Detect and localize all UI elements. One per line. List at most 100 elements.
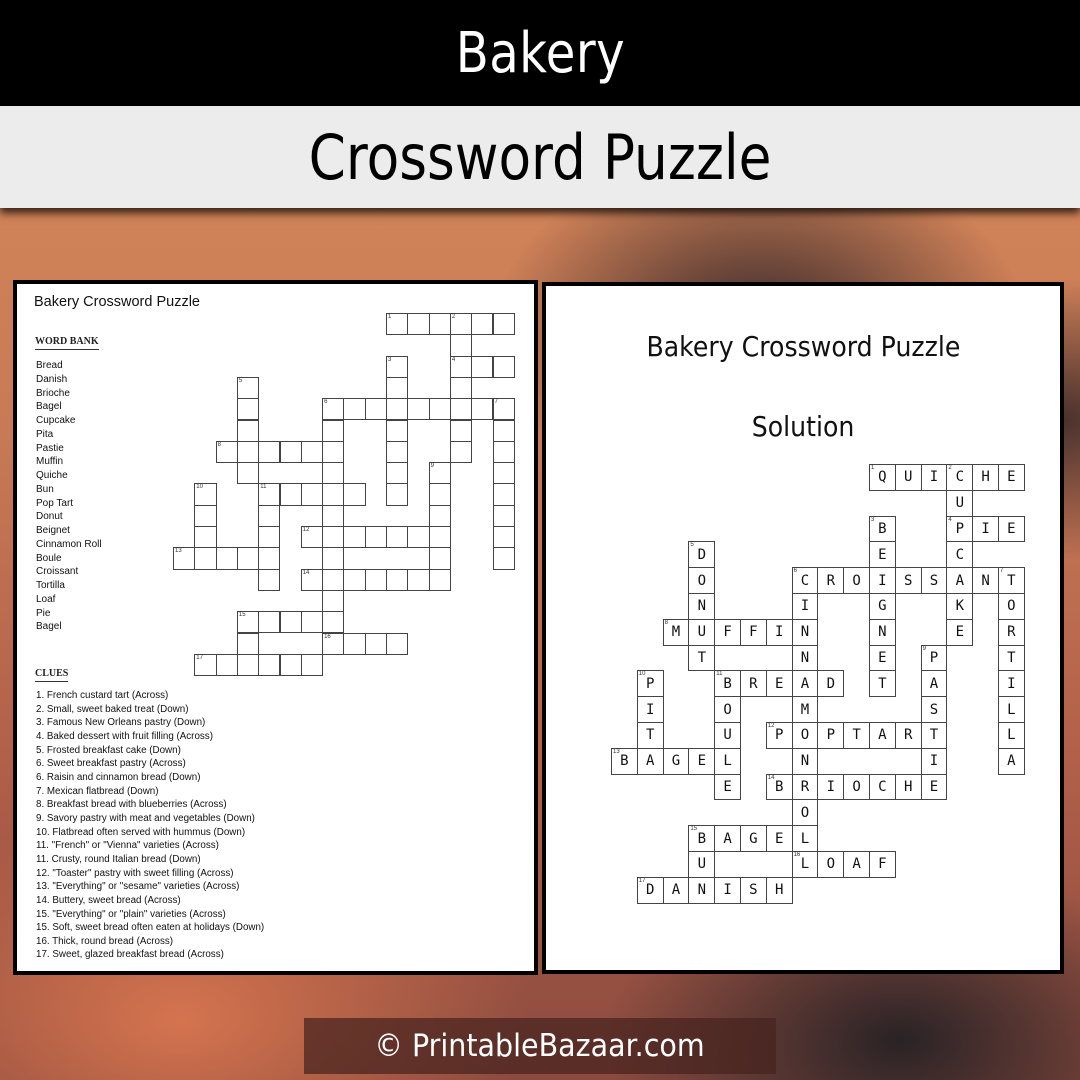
grid-cell[interactable] [258, 611, 281, 634]
grid-cell[interactable] [428, 504, 451, 527]
grid-cell[interactable] [279, 440, 302, 464]
grid-cell[interactable] [236, 440, 260, 464]
grid-cell[interactable] [236, 547, 260, 570]
grid-cell[interactable] [364, 398, 387, 421]
grid-cell[interactable] [386, 419, 409, 442]
grid-cell[interactable]: 16 [322, 632, 345, 655]
grid-cell[interactable] [386, 398, 409, 421]
grid-cell[interactable] [236, 462, 260, 485]
grid-cell[interactable]: 8 [215, 440, 238, 464]
grid-cell[interactable] [449, 440, 473, 464]
grid-cell[interactable] [258, 547, 281, 570]
grid-cell[interactable] [386, 483, 409, 506]
grid-cell[interactable] [386, 568, 409, 591]
grid-cell[interactable] [215, 547, 238, 570]
grid-cell[interactable] [322, 462, 345, 485]
copyright-text[interactable]: © PrintableBazaar.com [375, 1028, 705, 1064]
grid-cell[interactable] [236, 653, 260, 677]
grid-cell[interactable] [428, 313, 451, 336]
grid-cell[interactable] [492, 504, 515, 527]
grid-cell[interactable] [258, 526, 281, 549]
grid-cell[interactable] [492, 419, 515, 442]
grid-cell[interactable] [492, 547, 515, 570]
grid-cell[interactable] [322, 419, 345, 442]
grid-cell[interactable] [279, 483, 302, 506]
grid-cell[interactable] [449, 334, 473, 357]
grid-cell[interactable] [194, 547, 217, 570]
grid-cell[interactable] [386, 632, 409, 655]
grid-cell[interactable]: 1 [386, 313, 409, 336]
grid-cell[interactable] [236, 398, 260, 421]
grid-cell[interactable] [386, 440, 409, 464]
grid-cell[interactable] [194, 504, 217, 527]
grid-cell[interactable] [279, 653, 302, 677]
grid-cell[interactable] [215, 653, 238, 677]
grid-cell[interactable] [258, 440, 281, 464]
grid-cell[interactable] [258, 504, 281, 527]
grid-cell[interactable] [258, 568, 281, 591]
grid-cell[interactable] [322, 611, 345, 634]
grid-cell[interactable] [407, 313, 430, 336]
grid-cell[interactable] [492, 355, 515, 378]
grid-cell[interactable] [492, 440, 515, 464]
grid-cell[interactable]: 2 [449, 313, 473, 336]
grid-cell[interactable] [300, 653, 324, 677]
grid-cell[interactable] [428, 398, 451, 421]
grid-cell[interactable] [236, 419, 260, 442]
grid-cell[interactable] [343, 483, 366, 506]
grid-cell[interactable] [386, 526, 409, 549]
grid-cell[interactable] [300, 611, 324, 634]
grid-cell[interactable] [364, 632, 387, 655]
grid-cell[interactable] [343, 398, 366, 421]
grid-cell[interactable] [386, 462, 409, 485]
grid-cell[interactable] [407, 568, 430, 591]
grid-cell[interactable] [492, 483, 515, 506]
grid-cell[interactable] [322, 504, 345, 527]
grid-cell[interactable] [492, 526, 515, 549]
grid-cell[interactable]: 15 [236, 611, 260, 634]
grid-cell[interactable] [322, 526, 345, 549]
grid-cell[interactable] [492, 462, 515, 485]
grid-cell[interactable] [428, 526, 451, 549]
grid-cell[interactable] [343, 526, 366, 549]
grid-cell[interactable] [428, 483, 451, 506]
grid-cell[interactable] [471, 313, 494, 336]
grid-cell[interactable]: 11 [258, 483, 281, 506]
grid-cell[interactable] [428, 568, 451, 591]
grid-cell[interactable] [343, 632, 366, 655]
grid-cell[interactable] [322, 589, 345, 613]
grid-cell[interactable] [322, 568, 345, 591]
grid-cell[interactable]: 12 [300, 526, 324, 549]
grid-cell[interactable] [236, 632, 260, 655]
grid-cell[interactable] [300, 483, 324, 506]
grid-cell[interactable]: 17 [194, 653, 217, 677]
grid-cell[interactable] [428, 547, 451, 570]
grid-cell[interactable] [407, 526, 430, 549]
grid-cell[interactable] [364, 568, 387, 591]
grid-cell[interactable] [386, 376, 409, 400]
grid-cell[interactable]: 3 [386, 355, 409, 378]
grid-cell[interactable]: 9 [428, 462, 451, 485]
grid-cell[interactable] [343, 568, 366, 591]
grid-cell[interactable] [407, 398, 430, 421]
grid-cell[interactable] [471, 355, 494, 378]
grid-cell[interactable] [449, 398, 473, 421]
grid-cell[interactable] [322, 440, 345, 464]
grid-cell[interactable]: 14 [300, 568, 324, 591]
grid-cell[interactable]: 4 [449, 355, 473, 378]
grid-cell[interactable] [300, 440, 324, 464]
grid-cell[interactable]: 6 [322, 398, 345, 421]
grid-cell[interactable] [471, 398, 494, 421]
grid-cell[interactable]: 5 [236, 376, 260, 400]
grid-cell[interactable] [449, 419, 473, 442]
grid-cell[interactable] [258, 653, 281, 677]
grid-cell[interactable] [364, 526, 387, 549]
grid-cell[interactable] [194, 526, 217, 549]
grid-cell[interactable] [322, 483, 345, 506]
grid-cell[interactable] [322, 547, 345, 570]
grid-cell[interactable] [279, 611, 302, 634]
grid-cell[interactable]: 10 [194, 483, 217, 506]
grid-cell[interactable]: 7 [492, 398, 515, 421]
grid-cell[interactable] [492, 313, 515, 336]
grid-cell[interactable]: 13 [173, 547, 196, 570]
